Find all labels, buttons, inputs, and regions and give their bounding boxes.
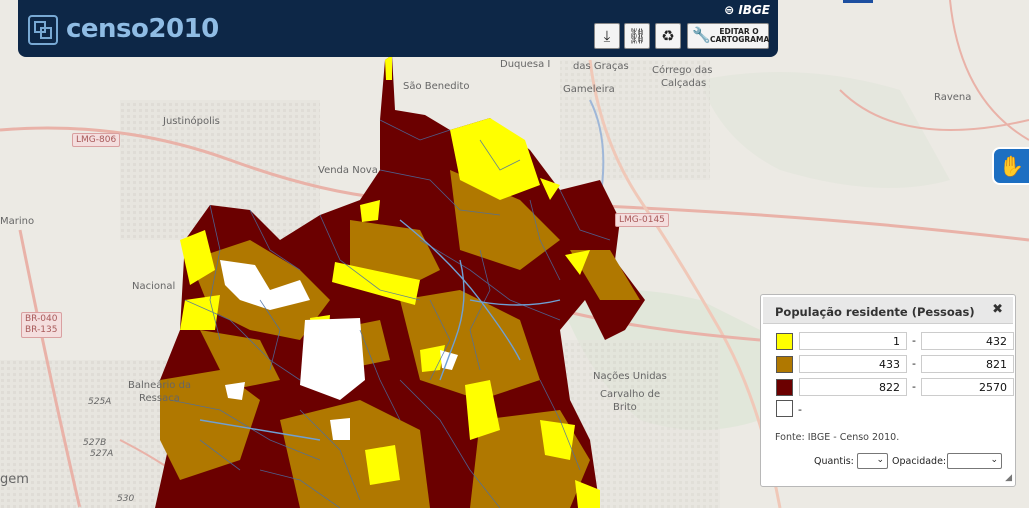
road-number-label: 530 [117, 494, 135, 504]
legend-header: População residente (Pessoas) ✖ [763, 297, 1013, 324]
legend-nodata-label: - [798, 403, 802, 416]
legend-max-field[interactable]: 821 [921, 355, 1014, 373]
download-button[interactable]: ⤓ [594, 23, 620, 49]
road-number-label: 525A [88, 397, 112, 407]
legend-class-row: 1 - 432 [776, 332, 1014, 350]
legend-swatch[interactable] [776, 400, 793, 417]
place-label: Nacional [132, 281, 176, 292]
resize-grip-icon[interactable]: ◢ [1005, 473, 1012, 483]
quantis-label: Quantis: [814, 456, 854, 467]
legend-min-field[interactable]: 433 [799, 355, 907, 373]
wrench-icon: 🔧 [692, 26, 711, 44]
road-label-line: BR-135 [25, 325, 58, 335]
place-label: Gameleira [563, 84, 615, 95]
place-label: Marino [0, 216, 35, 227]
download-icon: ⤓ [603, 27, 611, 45]
link-button[interactable]: ⛓ [624, 23, 650, 49]
app-header: censo2010 ⊜ IBGE ⤓ ⛓ ♻ 🔧 EDITAR O CARTOG… [18, 0, 778, 57]
place-label: Córrego das [652, 65, 713, 76]
legend-range-dash: - [912, 334, 916, 347]
recycle-icon: ♻ [661, 27, 675, 45]
legend-min-field[interactable]: 1 [799, 332, 907, 350]
place-label: Justinópolis [163, 116, 220, 127]
place-label: Calçadas [661, 78, 707, 89]
legend-class-row: 822 - 2570 [776, 378, 1014, 396]
legend-max-field[interactable]: 2570 [921, 378, 1014, 396]
ibge-logo-icon: ⊜ [724, 3, 735, 17]
app-title: censo2010 [66, 14, 219, 44]
place-label: Brito [613, 402, 637, 413]
legend-max-field[interactable]: 432 [921, 332, 1014, 350]
place-label: Nações Unidas [593, 371, 667, 382]
legend-min-field[interactable]: 822 [799, 378, 907, 396]
ibge-brand-text: IBGE [738, 3, 770, 17]
opacidade-select[interactable]: ⌄ [947, 453, 1002, 469]
legend-title: População residente (Pessoas) [775, 305, 975, 319]
recycle-button[interactable]: ♻ [655, 23, 681, 49]
place-label: São Benedito [403, 81, 470, 92]
legend-source: Fonte: IBGE - Censo 2010. [775, 432, 900, 443]
place-label: Balneário da [128, 380, 192, 391]
place-label: Ravena [934, 92, 972, 103]
road-label: LMG-806 [72, 133, 121, 147]
legend-swatch[interactable] [776, 333, 793, 350]
place-label: Venda Nova [318, 165, 378, 176]
opacidade-label: Opacidade: [892, 456, 947, 467]
road-label-line: BR-040 [25, 314, 58, 324]
place-label: Carvalho de [600, 389, 661, 400]
accessibility-hand-icon[interactable]: ✋ [992, 147, 1029, 185]
quantis-select[interactable]: ⌄ [857, 453, 888, 469]
legend-nodata-row: - [776, 399, 1006, 417]
link-icon: ⛓ [627, 27, 647, 45]
legend-class-row: 433 - 821 [776, 355, 1014, 373]
road-label: LMG-0145 [615, 213, 669, 227]
chevron-down-icon: ⌄ [876, 455, 884, 465]
road-number-label: 527A [90, 449, 114, 459]
ibge-brand: ⊜ IBGE [724, 3, 770, 17]
top-edge-tab[interactable] [843, 0, 873, 3]
legend-panel: População residente (Pessoas) ✖ 1 - 432 … [760, 294, 1016, 487]
legend-range-dash: - [912, 357, 916, 370]
censo-logo-icon [28, 15, 58, 45]
edit-label-line2: CARTOGRAMA [710, 35, 770, 44]
place-label: Duquesa I [500, 59, 551, 70]
legend-swatch[interactable] [776, 379, 793, 396]
place-label: Ressaca [139, 393, 180, 404]
legend-range-dash: - [912, 380, 916, 393]
chevron-down-icon: ⌄ [990, 455, 998, 465]
close-icon[interactable]: ✖ [992, 302, 1003, 317]
road-number-label: 527B [83, 438, 107, 448]
place-label: das Graças [573, 61, 629, 72]
place-label: gem [0, 472, 29, 487]
legend-swatch[interactable] [776, 356, 793, 373]
edit-cartogram-button[interactable]: 🔧 EDITAR O CARTOGRAMA [687, 23, 769, 49]
road-label: BR-040 BR-135 [21, 312, 62, 338]
